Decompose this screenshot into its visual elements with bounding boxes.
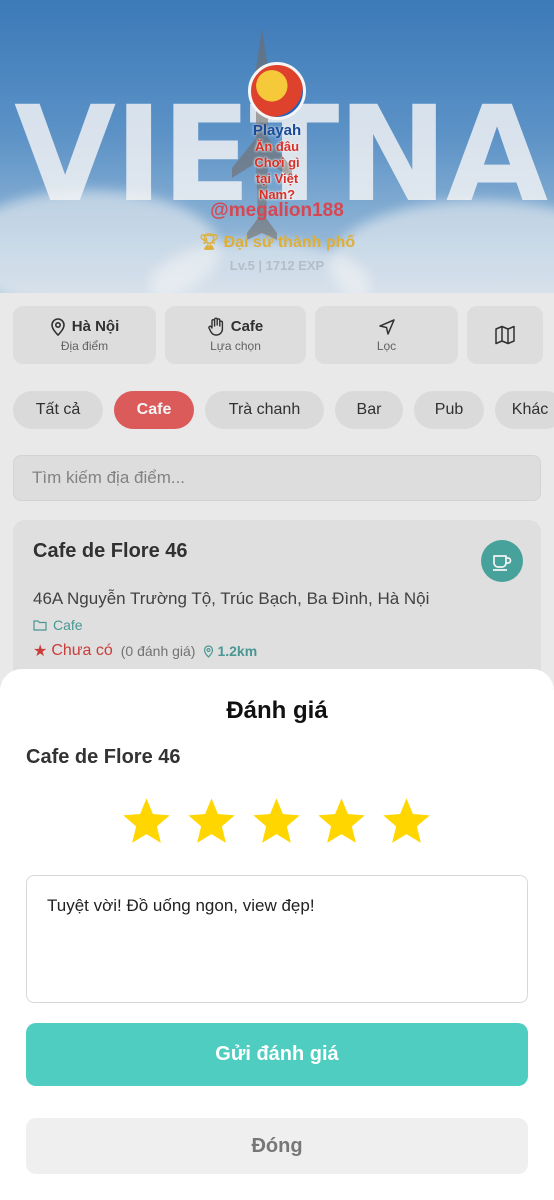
star-icon-1[interactable] (120, 795, 173, 848)
close-button[interactable]: Đóng (26, 1118, 528, 1174)
star-icon-5[interactable] (380, 795, 433, 848)
star-icon-3[interactable] (250, 795, 303, 848)
submit-review-button[interactable]: Gửi đánh giá (26, 1023, 528, 1086)
star-rating (120, 795, 433, 848)
review-sheet-title: Đánh giá (226, 697, 328, 724)
star-icon-4[interactable] (315, 795, 368, 848)
review-place-name: Cafe de Flore 46 (26, 746, 181, 768)
review-sheet: Đánh giá Cafe de Flore 46 Tuyệt vời! Đồ … (0, 669, 554, 1200)
review-textarea[interactable]: Tuyệt vời! Đồ uống ngon, view đẹp! (26, 875, 528, 1003)
star-icon-2[interactable] (185, 795, 238, 848)
